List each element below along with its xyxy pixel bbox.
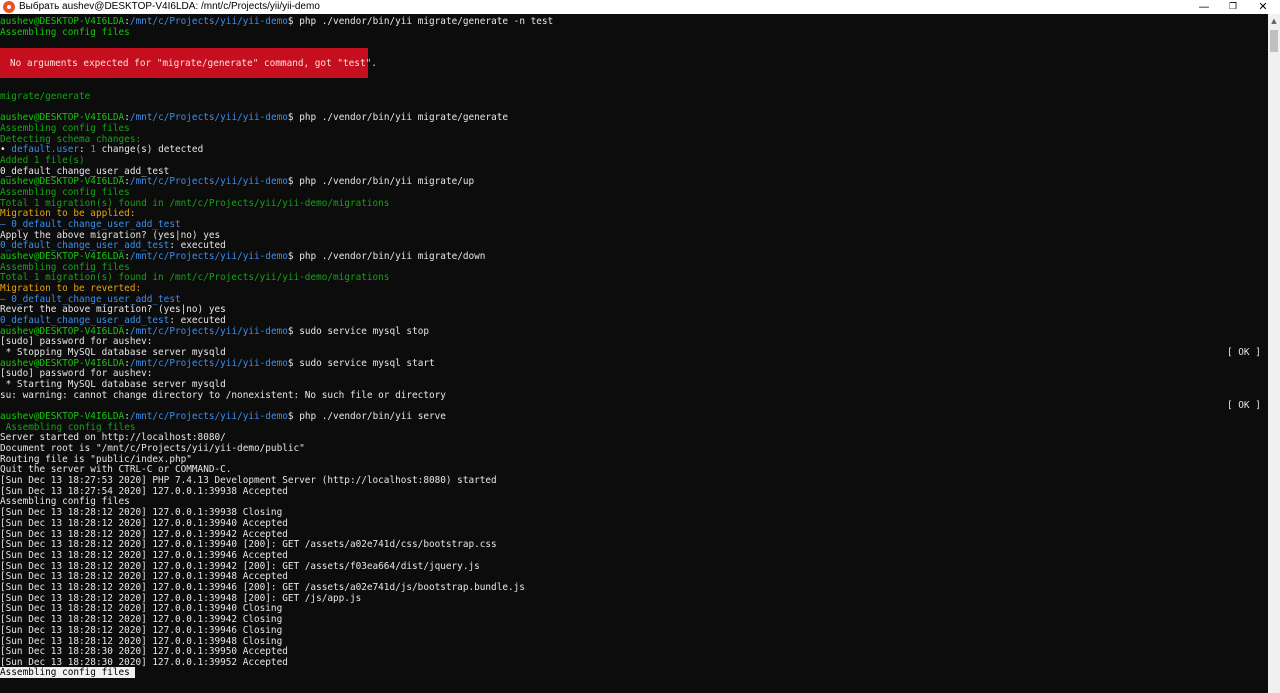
output-line: [sudo] password for aushev: [0, 336, 153, 347]
output-line: Migration to be reverted: [0, 283, 142, 294]
log-line: [Sun Dec 13 18:28:12 2020] 127.0.0.1:399… [0, 624, 283, 636]
close-button[interactable]: ✕ [1249, 0, 1277, 14]
ok-status: [ OK ] [1227, 347, 1261, 358]
command-text: php ./vendor/bin/yii migrate/down [293, 251, 486, 262]
prompt-line: aushev@DESKTOP-V4I6LDA:/mnt/c/Projects/y… [0, 251, 486, 262]
output-line: * Stopping MySQL database server mysqld [0, 347, 226, 358]
output-line: Assembling config files [0, 123, 130, 134]
log-line: [Sun Dec 13 18:27:53 2020] PHP 7.4.13 De… [0, 475, 497, 486]
log-line: [Sun Dec 13 18:27:54 2020] 127.0.0.1:399… [0, 485, 288, 497]
output-line: * Starting MySQL database server mysqld [0, 379, 226, 390]
selected-output-line: Assembling config files [0, 667, 136, 678]
command-text: php ./vendor/bin/yii migrate/up [293, 176, 475, 187]
log-line: [Sun Dec 13 18:28:12 2020] 127.0.0.1:399… [0, 507, 283, 519]
terminal-output[interactable]: aushev@DESKTOP-V4I6LDA:/mnt/c/Projects/y… [0, 14, 1268, 693]
log-line: [Sun Dec 13 18:28:12 2020] 127.0.0.1:399… [0, 592, 362, 604]
log-line: [Sun Dec 13 18:28:12 2020] 127.0.0.1:399… [0, 539, 497, 551]
log-line: [Sun Dec 13 18:28:12 2020] 127.0.0.1:399… [0, 614, 283, 626]
window-title: Выбрать aushev@DESKTOP-V4I6LDA: /mnt/c/P… [19, 1, 320, 12]
command-text: php ./vendor/bin/yii migrate/generate -n… [293, 16, 554, 27]
log-line: [Sun Dec 13 18:28:12 2020] 127.0.0.1:399… [0, 571, 288, 583]
vertical-scrollbar[interactable]: ▲ [1268, 14, 1280, 693]
maximize-button[interactable]: ❐ [1219, 0, 1247, 14]
prompt-line: aushev@DESKTOP-V4I6LDA:/mnt/c/Projects/y… [0, 411, 446, 422]
output-line: su: warning: cannot change directory to … [0, 390, 446, 401]
output-line: Total 1 migration(s) found in /mnt/c/Pro… [0, 272, 390, 283]
log-line: Assembling config files [0, 496, 130, 508]
log-line: [Sun Dec 13 18:28:12 2020] 127.0.0.1:399… [0, 549, 288, 561]
log-line: [Sun Dec 13 18:28:12 2020] 127.0.0.1:399… [0, 603, 283, 615]
ubuntu-icon [3, 1, 15, 13]
output-line: 0_default_change_user_add_test: executed [0, 240, 226, 251]
minimize-button[interactable]: — [1190, 0, 1218, 14]
scroll-up-arrow-icon[interactable]: ▲ [1268, 14, 1280, 28]
prompt-line: aushev@DESKTOP-V4I6LDA:/mnt/c/Projects/y… [0, 16, 554, 27]
command-text: php ./vendor/bin/yii serve [293, 411, 446, 422]
command-text: sudo service mysql start [293, 358, 435, 369]
output-line: Assembling config files [0, 27, 130, 38]
output-line: Document root is "/mnt/c/Projects/yii/yi… [0, 443, 305, 454]
prompt-user-host: aushev@DESKTOP-V4I6LDA [0, 16, 125, 27]
prompt-path: /mnt/c/Projects/yii/yii-demo [129, 16, 288, 27]
title-bar: Выбрать aushev@DESKTOP-V4I6LDA: /mnt/c/P… [0, 0, 1280, 14]
log-line: [Sun Dec 13 18:28:12 2020] 127.0.0.1:399… [0, 517, 288, 529]
log-line: [Sun Dec 13 18:28:12 2020] 127.0.0.1:399… [0, 635, 283, 647]
prompt-line: aushev@DESKTOP-V4I6LDA:/mnt/c/Projects/y… [0, 112, 509, 123]
output-line: [sudo] password for aushev: [0, 368, 153, 379]
prompt-line: aushev@DESKTOP-V4I6LDA:/mnt/c/Projects/y… [0, 176, 475, 187]
ok-status: [ OK ] [1227, 400, 1261, 411]
log-line: [Sun Dec 13 18:28:12 2020] 127.0.0.1:399… [0, 582, 525, 593]
output-line: — 0_default_change_user_add_test [0, 219, 181, 230]
error-message: No arguments expected for "migrate/gener… [10, 58, 377, 69]
output-line: Server started on http://localhost:8080/ [0, 432, 226, 443]
command-text: sudo service mysql stop [293, 326, 430, 337]
output-line: Added 1 file(s) [0, 155, 85, 166]
output-line: Assembling config files [0, 187, 130, 198]
log-line: [Sun Dec 13 18:28:12 2020] 127.0.0.1:399… [0, 528, 288, 540]
log-line: [Sun Dec 13 18:28:12 2020] 127.0.0.1:399… [0, 560, 480, 572]
log-line: [Sun Dec 13 18:28:30 2020] 127.0.0.1:399… [0, 646, 288, 658]
output-line: Revert the above migration? (yes|no) yes [0, 304, 226, 315]
output-line: migrate/generate [0, 91, 91, 102]
output-line: Quit the server with CTRL-C or COMMAND-C… [0, 464, 232, 475]
output-line: 0_default_change_user_add_test: executed [0, 315, 226, 326]
output-line: • default.user: 1 change(s) detected [0, 144, 204, 155]
command-text: php ./vendor/bin/yii migrate/generate [293, 112, 509, 123]
output-line: Migration to be applied: [0, 208, 136, 219]
error-box: No arguments expected for "migrate/gener… [0, 48, 377, 78]
scrollbar-thumb[interactable] [1270, 30, 1278, 52]
